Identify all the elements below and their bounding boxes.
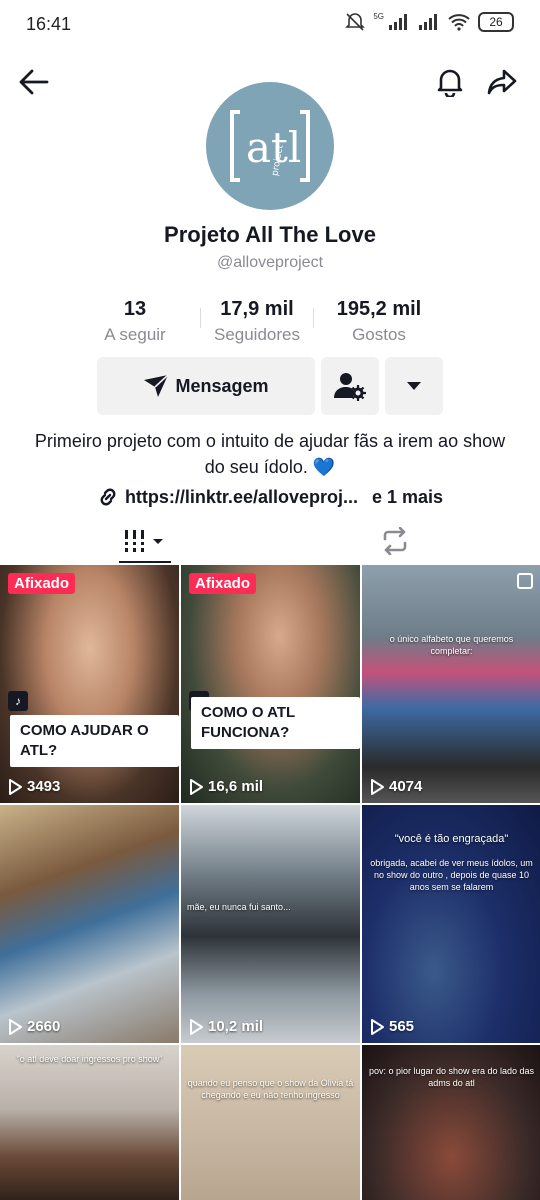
profile-stats: 13 A seguir 17,9 mil Seguidores 195,2 mi… [70, 298, 470, 348]
bell-icon [437, 69, 463, 97]
pinned-badge: Afixado [189, 573, 257, 594]
battery-indicator: 26 [478, 12, 514, 32]
stat-followers[interactable]: 17,9 mil Seguidores [201, 298, 313, 348]
status-time: 16:41 [26, 14, 72, 34]
tab-videos[interactable] [10, 518, 280, 564]
active-tab-indicator [119, 561, 171, 563]
video-thumbnail[interactable]: "você é tão engraçada" obrigada, acabei … [362, 805, 540, 1043]
more-options-button[interactable] [385, 357, 443, 415]
video-overlay-text: o único alfabeto que queremos completar: [389, 634, 514, 656]
link-icon [100, 488, 116, 506]
video-caption: COMO O ATL FUNCIONA? [191, 697, 360, 749]
play-icon [371, 778, 384, 795]
video-overlay-text: pov: o pior lugar do show era do lado da… [368, 1066, 535, 1088]
atl-logo: atl project [230, 110, 310, 182]
tab-reposts[interactable] [260, 518, 530, 564]
play-icon [371, 1018, 384, 1035]
user-settings-icon [334, 373, 366, 401]
stat-likes-value: 195,2 mil [336, 298, 422, 320]
signal-icon-2 [418, 13, 440, 31]
message-button-label: Mensagem [175, 375, 269, 396]
mute-icon [345, 12, 366, 32]
bio-link[interactable]: https://linktr.ee/alloveproj... [125, 487, 358, 508]
grid-videos-icon [123, 530, 163, 552]
stat-likes[interactable]: 195,2 mil Gostos [314, 298, 444, 348]
bio-link-more[interactable]: e 1 mais [372, 487, 443, 508]
play-icon [9, 778, 22, 795]
video-views: 565 [370, 1018, 414, 1035]
play-icon [190, 778, 203, 795]
stat-following-value: 13 [123, 298, 147, 320]
profile-name: Projeto All The Love [164, 222, 376, 247]
video-views-count: 4074 [389, 778, 423, 795]
stat-following-label: A seguir [104, 325, 166, 344]
send-icon [144, 374, 170, 397]
video-thumbnail[interactable]: quando eu penso que o show da Olivia tá … [181, 1045, 360, 1200]
profile-bio: Primeiro projeto com o intuito de ajudar… [34, 431, 506, 477]
video-overlay-text: mãe, eu nunca fui santo... [187, 902, 291, 912]
video-thumbnail[interactable]: Afixado ♪ COMO AJUDAR O ATL? 3493 [0, 565, 179, 803]
multi-photo-icon [517, 573, 533, 589]
tiktok-icon: ♪ [8, 691, 28, 711]
video-overlay-text: "o atl deve doar ingressos pro show" [16, 1054, 163, 1064]
bio-link-row[interactable]: https://linktr.ee/alloveproj... e 1 mais [0, 486, 540, 508]
video-thumbnail[interactable]: pov: o pior lugar do show era do lado da… [362, 1045, 540, 1200]
network-type: 5G [373, 11, 384, 21]
video-caption: COMO AJUDAR O ATL? [10, 715, 179, 767]
video-overlay-text: quando eu penso que o show da Olivia tá … [187, 1078, 354, 1100]
stat-followers-value: 17,9 mil [220, 298, 294, 320]
share-arrow-icon [487, 69, 517, 95]
video-thumbnail[interactable]: "o atl deve doar ingressos pro show" [0, 1045, 179, 1200]
content-tabs [0, 518, 540, 564]
follow-settings-button[interactable] [321, 357, 379, 415]
caret-down-icon [407, 382, 421, 390]
share-button[interactable] [484, 64, 520, 100]
back-arrow-icon [19, 69, 49, 95]
video-thumbnail[interactable]: mãe, eu nunca fui santo... 10,2 mil [181, 805, 360, 1043]
video-views-count: 3493 [27, 778, 61, 795]
video-overlay-text: obrigada, acabei de ver meus ídolos, um … [370, 858, 533, 892]
profile-actions: Mensagem [97, 357, 443, 415]
profile-handle: @alloveproject [216, 254, 324, 271]
video-thumbnail[interactable]: 2660 [0, 805, 179, 1043]
notifications-button[interactable] [432, 64, 468, 100]
video-views-count: 565 [389, 1018, 415, 1035]
play-icon [190, 1018, 203, 1035]
stat-followers-label: Seguidores [213, 325, 300, 344]
play-icon [9, 1018, 22, 1035]
video-views-count: 2660 [27, 1018, 61, 1035]
stat-following[interactable]: 13 A seguir [70, 298, 200, 348]
video-views-count: 10,2 mil [208, 1018, 264, 1035]
video-views: 4074 [370, 778, 422, 795]
pinned-badge: Afixado [8, 573, 76, 594]
video-thumbnail[interactable]: o único alfabeto que queremos completar:… [362, 565, 540, 803]
status-bar: 16:41 5G 26 [0, 0, 540, 52]
video-grid: Afixado ♪ COMO AJUDAR O ATL? 3493 Afixad… [0, 565, 540, 1200]
back-button[interactable] [16, 64, 52, 100]
message-button[interactable]: Mensagem [97, 357, 315, 415]
video-views: 10,2 mil [189, 1018, 263, 1035]
signal-icon [388, 13, 410, 31]
status-icons: 5G 26 [345, 12, 514, 32]
repost-icon [383, 527, 407, 555]
wifi-icon [448, 13, 470, 31]
video-views: 2660 [8, 1018, 60, 1035]
video-views-count: 16,6 mil [208, 778, 264, 795]
video-overlay-title: "você é tão engraçada" [394, 833, 509, 845]
video-thumbnail[interactable]: Afixado ♪ COMO O ATL FUNCIONA? 16,6 mil [181, 565, 360, 803]
avatar[interactable]: atl project [206, 82, 334, 210]
video-views: 3493 [8, 778, 60, 795]
stat-likes-label: Gostos [352, 325, 406, 344]
video-views: 16,6 mil [189, 778, 263, 795]
